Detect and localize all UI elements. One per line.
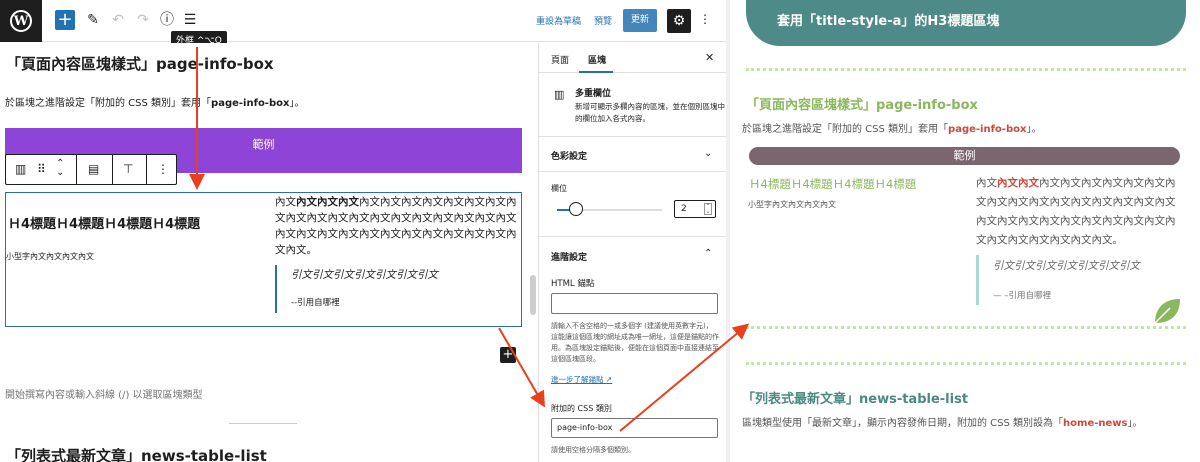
inline-add-block-button[interactable]: + [500, 347, 516, 363]
css-class-label: 附加的 CSS 類別 [551, 404, 612, 413]
dotted-border-bottom [746, 326, 1186, 329]
columns-label: 欄位 [551, 184, 567, 193]
css-class-input[interactable]: page-info-box [551, 418, 718, 438]
advanced-panel-title[interactable]: 進階設定 [551, 250, 587, 263]
banner-text: 套用「title-style-a」的H3標題區塊 [777, 14, 1000, 29]
example-pill: 範例 [749, 147, 1180, 165]
close-icon[interactable]: ✕ [705, 51, 714, 64]
learn-anchor-link[interactable]: 進一步了解錨點 ↗ [551, 374, 612, 385]
redo-icon[interactable]: ↷ [133, 10, 153, 30]
panel-divider-line [726, 0, 730, 462]
block-placeholder[interactable]: 開始撰寫內容或輸入斜線 (/) 以選取區塊類型 [5, 386, 203, 401]
frontend-h4: Ｈ4標題Ｈ4標題Ｈ4標題Ｈ4標題 [749, 177, 917, 191]
leaf-icon [1154, 299, 1180, 324]
color-settings-title[interactable]: 色彩設定 [551, 149, 587, 162]
canvas-heading[interactable]: 「頁面內容區塊樣式」page-info-box [6, 53, 274, 74]
columns-block[interactable]: Ｈ4標題Ｈ4標題Ｈ4標題Ｈ4標題 小型字內文內文內文內文 內文內文內文內文內文內… [5, 192, 522, 327]
more-options-icon[interactable]: ⋮ [699, 12, 711, 26]
quote-cite[interactable]: --引用自哪裡 [291, 296, 515, 308]
frontend-heading: 「頁面內容區塊樣式」page-info-box [746, 98, 978, 113]
chevron-up-icon[interactable]: ⌃ [704, 248, 712, 259]
add-block-toggle-button[interactable]: + [55, 10, 75, 30]
canvas-scrollbar[interactable] [530, 275, 536, 315]
block-name: 多重欄位 [575, 89, 612, 99]
color-settings-panel[interactable]: 色彩設定 ⌄ [539, 137, 727, 172]
columns-slider-handle[interactable] [569, 202, 583, 216]
frontend-description-2: 區塊類型使用「最新文章」，顯示內容發佈日期，附加的 CSS 類別設為「home-… [742, 418, 1143, 429]
blockquote[interactable]: 引文引文引文引文引文引文引文 --引用自哪裡 [275, 265, 515, 313]
frontend-heading-2: 「列表式最新文章」news-table-list [742, 392, 969, 407]
html-anchor-label: HTML 錨點 [551, 279, 595, 289]
frontend-quote: 引文引文引文引文引文引文引文 — –引用自哪裡 [976, 255, 1176, 305]
small-text[interactable]: 小型字內文內文內文內文 [6, 251, 94, 262]
external-link-icon: ↗ [605, 375, 613, 384]
css-class-help: 請使用空格分隔多個類別。 [551, 446, 635, 454]
block-options-icon[interactable]: ⋮ [157, 162, 169, 176]
frontend-description: 於區塊之進階設定「附加的 CSS 類別」套用「page-info-box」。 [742, 124, 1042, 135]
canvas-heading-2[interactable]: 「列表式最新文章」news-table-list [6, 445, 267, 462]
stepper-icon[interactable]: ⌃ ⌄ [704, 203, 712, 215]
block-toolbar: ▥ ⠿ ⌃ ⌄ ▤ ⊤ ⋮ [5, 154, 177, 185]
tab-page[interactable]: 頁面 [551, 53, 569, 66]
quote-text[interactable]: 引文引文引文引文引文引文引文 [291, 267, 515, 282]
preview-button[interactable]: 預覽 [594, 14, 612, 27]
columns-block-icon[interactable]: ▥ [15, 162, 26, 176]
block-description: 新增可顯示多欄內容的區塊，並在個別區塊中的欄位加入各式內容。 [575, 102, 725, 123]
editor-top-bar: W + ✎ ↶ ↷ ⓘ ☰ 外框 ^⌥O 重設為草稿 預覽 更新 ⚙ ⋮ [0, 0, 726, 48]
screenshot-root: W + ✎ ↶ ↷ ⓘ ☰ 外框 ^⌥O 重設為草稿 預覽 更新 ⚙ ⋮ 「頁面… [0, 0, 1200, 462]
h4-heading[interactable]: Ｈ4標題Ｈ4標題Ｈ4標題Ｈ4標題 [8, 213, 200, 232]
separator [229, 423, 297, 424]
frontend-quote-cite: — –引用自哪裡 [993, 291, 1051, 301]
list-view-icon[interactable]: ☰ [180, 10, 200, 30]
sidebar-tabs: 頁面 區塊 ✕ [539, 43, 727, 73]
anchor-help-text: 請輸入不含空格的一或多個字 (建議使用英數字元)，這能讓這個區塊的網址成為唯一網… [551, 322, 719, 363]
frontend-quote-text: 引文引文引文引文引文引文引文 [993, 260, 1140, 272]
canvas-description[interactable]: 於區塊之進階設定「附加的 CSS 類別」套用「page-info-box」。 [5, 94, 304, 109]
tab-block[interactable]: 區塊 [588, 53, 606, 66]
columns-number-input[interactable]: 2 ⌃ ⌄ [674, 200, 716, 218]
body-paragraph[interactable]: 內文內文內文內文內文內文內文內文內文內文內文內文內文內文內文內文內文內文內文內文… [275, 194, 525, 258]
block-card: ▥ 多重欄位 新增可顯示多欄內容的區塊，並在個別區塊中的欄位加入各式內容。 [539, 74, 727, 137]
undo-icon[interactable]: ↶ [108, 10, 128, 30]
panel-divider [539, 236, 727, 237]
settings-gear-icon[interactable]: ⚙ [667, 9, 691, 33]
drag-handle-icon[interactable]: ⠿ [37, 162, 46, 176]
editor-canvas: 「頁面內容區塊樣式」page-info-box 於區塊之進階設定「附加的 CSS… [0, 43, 538, 462]
active-tab-indicator [579, 71, 613, 73]
align-icon[interactable]: ▤ [88, 162, 99, 176]
frontend-small-text: 小型字內文內文內文內文 [748, 200, 836, 209]
move-up-down-icon[interactable]: ⌃ ⌄ [56, 159, 64, 178]
details-info-icon[interactable]: ⓘ [157, 10, 177, 30]
dotted-border-top [746, 68, 1186, 71]
update-button[interactable]: 更新 [623, 9, 657, 32]
wordpress-logo-icon[interactable]: W [0, 0, 42, 42]
switch-to-draft-button[interactable]: 重設為草稿 [536, 14, 581, 27]
dotted-border-section [746, 362, 1186, 365]
html-anchor-input[interactable] [551, 293, 718, 314]
settings-sidebar: 頁面 區塊 ✕ ▥ 多重欄位 新增可顯示多欄內容的區塊，並在個別區塊中的欄位加入… [538, 43, 727, 462]
chevron-down-icon[interactable]: ⌄ [704, 148, 712, 159]
columns-block-icon: ▥ [554, 88, 565, 101]
edit-pencil-icon[interactable]: ✎ [83, 10, 103, 30]
frontend-body: 內文內文內文內文內文內文內文內文內文內文內文內文內文內文內文內文內文內文內文內文… [976, 177, 1176, 246]
vertical-align-top-icon[interactable]: ⊤ [123, 162, 133, 176]
